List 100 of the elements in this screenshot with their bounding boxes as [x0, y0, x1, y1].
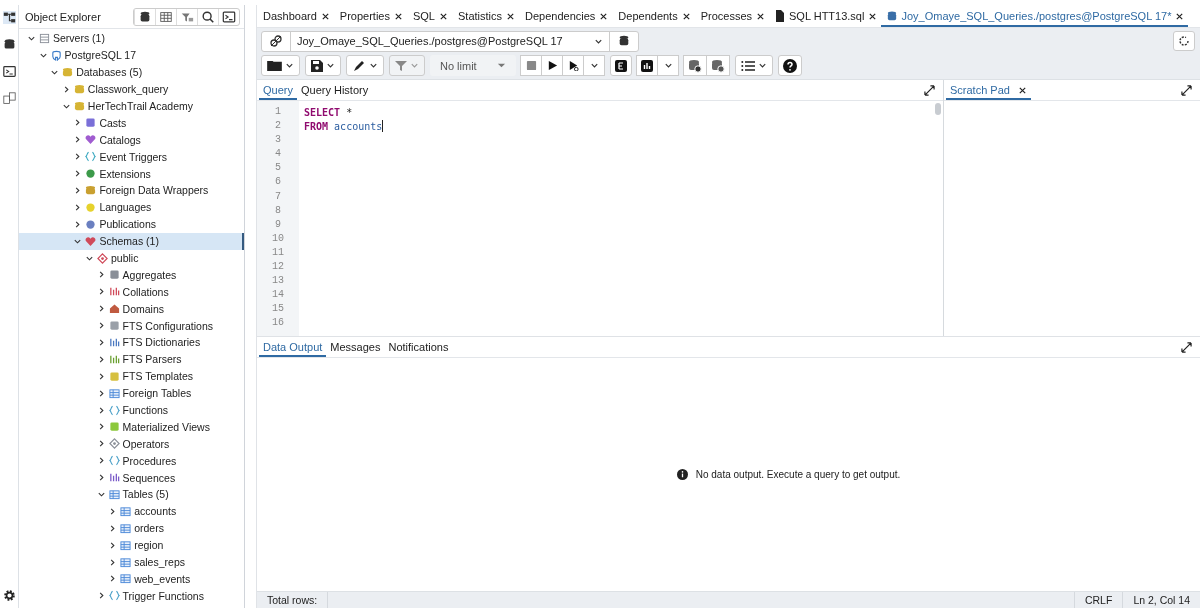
- tree-item[interactable]: web_events: [19, 570, 244, 588]
- help-button[interactable]: [778, 55, 802, 76]
- run-button[interactable]: [541, 55, 563, 76]
- tree-item[interactable]: PostgreSQL 17: [19, 46, 244, 64]
- tree-item[interactable]: FTS Configurations: [19, 317, 244, 335]
- scrollbar[interactable]: [935, 103, 941, 115]
- object-tree-icon[interactable]: [2, 11, 16, 24]
- tree-item[interactable]: FTS Dictionaries: [19, 334, 244, 351]
- status-text: Ln 2, Col 14: [1122, 592, 1200, 608]
- tree-item[interactable]: accounts: [19, 502, 244, 520]
- tree-item[interactable]: Event Triggers: [19, 148, 244, 166]
- db-icon: [73, 100, 85, 112]
- close-icon[interactable]: [681, 11, 691, 21]
- expand-icon[interactable]: [924, 85, 935, 96]
- tree-item[interactable]: Databases (5): [19, 63, 244, 81]
- close-icon[interactable]: [868, 11, 878, 21]
- database-check-icon: [688, 58, 702, 73]
- tree-item[interactable]: Catalogs: [19, 131, 244, 149]
- save-button[interactable]: [305, 55, 341, 76]
- tree-item[interactable]: Functions: [19, 401, 244, 419]
- commit-button[interactable]: [683, 55, 707, 76]
- code-token: SELECT: [304, 106, 341, 118]
- database-undo-icon: [711, 58, 725, 73]
- tab[interactable]: Processes: [694, 5, 770, 27]
- explain-button[interactable]: [610, 55, 632, 76]
- compare-icon[interactable]: [2, 92, 16, 105]
- status-text: Total rows:: [257, 592, 329, 608]
- tree-item[interactable]: Schemas (1): [19, 232, 244, 250]
- tree-item[interactable]: public: [19, 249, 244, 267]
- filter-button[interactable]: [389, 55, 425, 76]
- tab[interactable]: SQL: [406, 5, 452, 27]
- tree-item[interactable]: Foreign Tables: [19, 384, 244, 402]
- close-icon[interactable]: [506, 11, 515, 21]
- close-icon[interactable]: [393, 11, 403, 21]
- tree-item[interactable]: FTS Templates: [19, 367, 244, 385]
- rollback-button[interactable]: [706, 55, 730, 76]
- close-icon[interactable]: [756, 11, 766, 21]
- expand-icon[interactable]: [1181, 342, 1192, 353]
- tree-item[interactable]: HerTechTrail Academy: [19, 97, 244, 115]
- tree-item[interactable]: Operators: [19, 435, 244, 453]
- tree-item[interactable]: Domains: [19, 300, 244, 318]
- tree-item[interactable]: Classwork_query: [19, 80, 244, 98]
- tree-item[interactable]: Sequences: [19, 469, 244, 487]
- tree-item[interactable]: Trigger Functions: [19, 587, 244, 605]
- db-icon: [73, 83, 85, 95]
- tree-item[interactable]: sales_reps: [19, 553, 244, 571]
- macros-button[interactable]: [735, 55, 773, 76]
- tree-item[interactable]: Tables (5): [19, 486, 244, 503]
- tab[interactable]: Dependents: [612, 5, 695, 27]
- settings-icon[interactable]: [2, 589, 16, 602]
- bars-icon: [108, 472, 120, 484]
- file-icon: [775, 10, 786, 22]
- close-icon[interactable]: [599, 11, 609, 21]
- tab[interactable]: SQL HTT13.sql: [769, 5, 882, 27]
- tab[interactable]: Dashboard: [257, 5, 334, 27]
- tab[interactable]: Properties: [333, 5, 407, 27]
- square-icon: [108, 421, 120, 433]
- close-icon[interactable]: [439, 11, 448, 21]
- explain-analyze-button[interactable]: [636, 55, 658, 76]
- tree-item[interactable]: Aggregates: [19, 266, 244, 284]
- diamond-icon: [108, 438, 120, 450]
- tab[interactable]: Query History: [296, 80, 373, 100]
- bars-icon: [108, 353, 120, 365]
- tree-item[interactable]: Materialized Views: [19, 418, 244, 436]
- tree-item[interactable]: region: [19, 536, 244, 554]
- tree-item[interactable]: Foreign Data Wrappers: [19, 182, 244, 199]
- tree-item[interactable]: Languages: [19, 198, 244, 216]
- link-icon[interactable]: [269, 33, 283, 48]
- diamond-icon: [97, 252, 108, 264]
- tree-item[interactable]: Publications: [19, 215, 244, 233]
- tab[interactable]: Messages: [326, 337, 385, 357]
- tab[interactable]: Statistics: [452, 5, 519, 27]
- tab[interactable]: Notifications: [384, 337, 453, 357]
- expand-icon[interactable]: [1181, 85, 1192, 96]
- tree-item[interactable]: orders: [19, 519, 244, 537]
- edit-button[interactable]: [346, 55, 384, 76]
- terminal-icon[interactable]: [2, 65, 16, 78]
- database-icon[interactable]: [2, 38, 16, 51]
- run-script-button[interactable]: [562, 55, 584, 76]
- close-icon[interactable]: [1017, 85, 1027, 95]
- refresh-button[interactable]: [1173, 31, 1195, 51]
- line-number: 6: [274, 175, 282, 190]
- limit-select[interactable]: No limit: [430, 55, 516, 76]
- open-file-button[interactable]: [261, 55, 300, 76]
- tree-item[interactable]: Servers (1): [19, 30, 244, 47]
- tree-item[interactable]: Extensions: [19, 165, 244, 182]
- tab[interactable]: Joy_Omaye_SQL_Queries./postgres@PostgreSQL 17*: [881, 5, 1189, 27]
- tree-item[interactable]: Procedures: [19, 452, 244, 470]
- tree-item[interactable]: Casts: [19, 114, 244, 132]
- close-icon[interactable]: [320, 11, 330, 21]
- tab[interactable]: Scratch Pad: [946, 80, 1031, 100]
- line-number: 13: [271, 274, 285, 289]
- database-icon[interactable]: [618, 34, 630, 47]
- tab[interactable]: Data Output: [259, 337, 327, 357]
- tab[interactable]: Dependencies: [519, 5, 613, 27]
- tree-item[interactable]: FTS Parsers: [19, 350, 244, 368]
- caret-icon: [589, 61, 599, 70]
- tree-item[interactable]: Collations: [19, 283, 244, 301]
- close-icon[interactable]: [1175, 11, 1185, 21]
- tab[interactable]: Query: [259, 80, 297, 100]
